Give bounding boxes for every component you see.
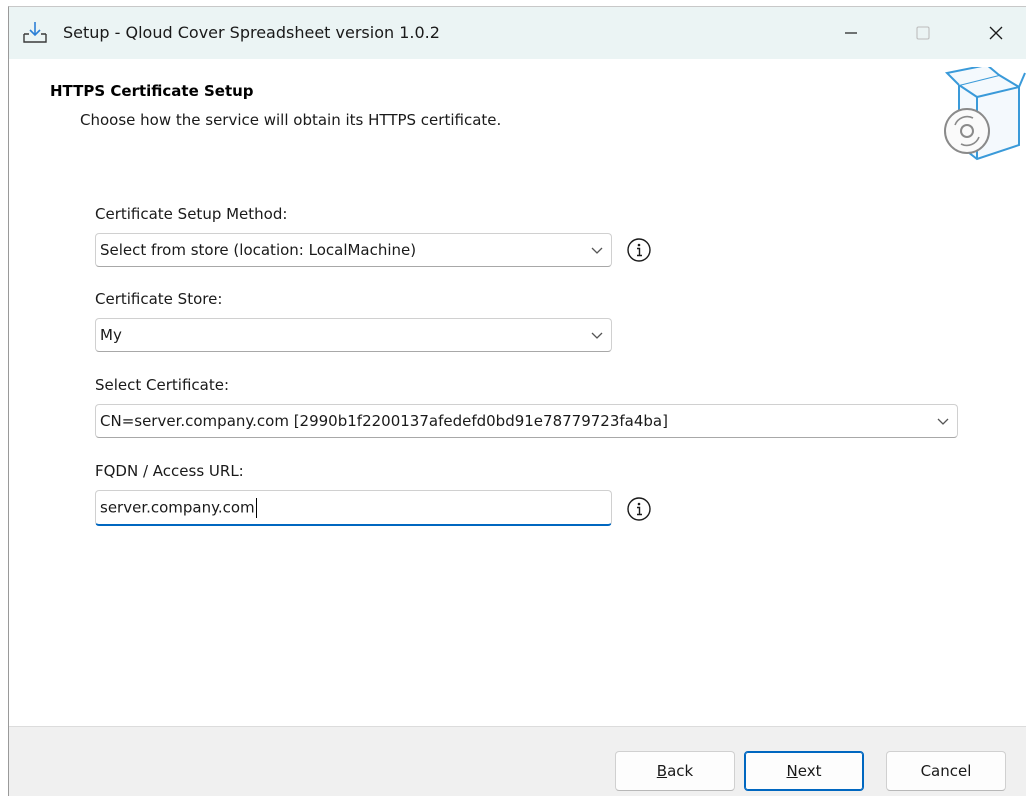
method-label: Certificate Setup Method: xyxy=(95,205,288,223)
window-title: Setup - Qloud Cover Spreadsheet version … xyxy=(63,23,440,42)
maximize-icon xyxy=(916,26,930,40)
next-label: ext xyxy=(797,762,822,780)
back-label: ack xyxy=(667,762,694,780)
certificate-dropdown[interactable]: CN=server.company.com [2990b1f2200137afe… xyxy=(95,404,958,438)
fqdn-value: server.company.com xyxy=(100,498,255,516)
certificate-label: Select Certificate: xyxy=(95,376,230,394)
software-box-disc-icon xyxy=(944,67,1026,161)
fqdn-input[interactable]: server.company.com xyxy=(95,490,612,526)
store-dropdown[interactable]: My xyxy=(95,318,612,352)
close-icon xyxy=(989,26,1003,40)
title-bar: Setup - Qloud Cover Spreadsheet version … xyxy=(9,7,1026,59)
next-button[interactable]: Next xyxy=(744,751,864,791)
certificate-value: CN=server.company.com [2990b1f2200137afe… xyxy=(100,412,668,430)
minimize-button[interactable] xyxy=(821,7,881,59)
setup-window: Setup - Qloud Cover Spreadsheet version … xyxy=(8,6,1026,796)
button-bar: Back Next Cancel xyxy=(9,726,1026,796)
maximize-button xyxy=(893,7,953,59)
download-tray-icon xyxy=(23,22,47,43)
chevron-down-icon xyxy=(583,318,611,352)
info-icon[interactable] xyxy=(626,237,652,263)
close-button[interactable] xyxy=(966,7,1026,59)
chevron-down-icon xyxy=(929,404,957,438)
back-hotkey: B xyxy=(656,762,668,780)
text-caret xyxy=(255,497,257,518)
minimize-icon xyxy=(845,32,857,34)
info-icon[interactable] xyxy=(626,496,652,522)
next-hotkey: N xyxy=(786,762,798,780)
fqdn-label: FQDN / Access URL: xyxy=(95,462,244,480)
chevron-down-icon xyxy=(583,233,611,267)
method-value: Select from store (location: LocalMachin… xyxy=(100,241,417,259)
page-subtitle: Choose how the service will obtain its H… xyxy=(80,111,502,129)
store-label: Certificate Store: xyxy=(95,290,223,308)
method-dropdown[interactable]: Select from store (location: LocalMachin… xyxy=(95,233,612,267)
cancel-button[interactable]: Cancel xyxy=(886,751,1006,791)
back-button[interactable]: Back xyxy=(615,751,735,791)
page-title: HTTPS Certificate Setup xyxy=(50,82,254,100)
store-value: My xyxy=(100,326,122,344)
